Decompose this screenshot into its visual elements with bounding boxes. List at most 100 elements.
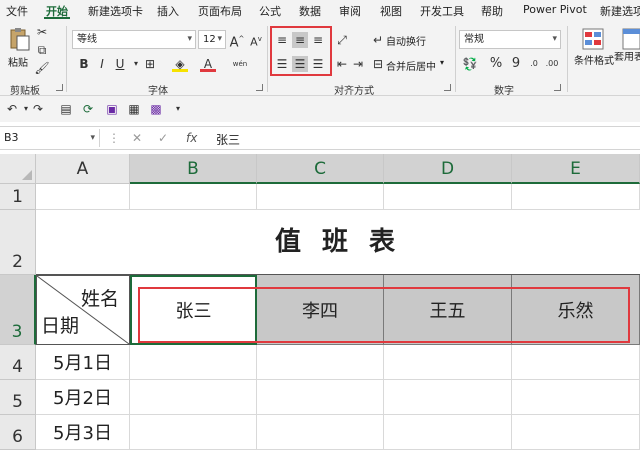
phonetic-icon[interactable]: wén (232, 56, 248, 72)
column-header-c[interactable]: C (257, 154, 384, 184)
bold-button[interactable]: B (76, 56, 92, 72)
tab-insert[interactable]: 插入 (157, 3, 179, 19)
orientation-icon[interactable]: ⤢ (334, 32, 350, 48)
cell-b6[interactable] (130, 415, 257, 450)
cell-b4[interactable] (130, 345, 257, 380)
percent-button[interactable]: % (488, 56, 504, 72)
number-format-dropdown[interactable]: 常规 ▾ (459, 30, 561, 49)
number-launcher[interactable] (554, 84, 561, 91)
cell-a1[interactable] (36, 184, 130, 210)
cell-b5[interactable] (130, 380, 257, 415)
font-launcher[interactable] (256, 84, 263, 91)
decrease-font-icon[interactable]: Av (248, 31, 264, 49)
redo-icon[interactable]: ↷ (30, 101, 46, 117)
row-header-2[interactable]: 2 (0, 210, 36, 275)
merge-center-button[interactable]: 合并后居中 (386, 58, 436, 73)
cell-e4[interactable] (512, 345, 640, 380)
font-color-icon[interactable]: A (200, 56, 216, 72)
underline-button[interactable]: U (112, 56, 128, 72)
date-cell[interactable]: 5月1日 (36, 345, 130, 380)
cell-e1[interactable] (512, 184, 640, 210)
cell-d5[interactable] (384, 380, 512, 415)
date-cell[interactable]: 5月2日 (36, 380, 130, 415)
tab-new-tab[interactable]: 新建选项卡 (88, 3, 143, 19)
wrap-text-icon[interactable]: ↵ (370, 32, 386, 48)
cell-b1[interactable] (130, 184, 257, 210)
cell-e6[interactable] (512, 415, 640, 450)
cell-c6[interactable] (257, 415, 384, 450)
refresh-icon[interactable]: ⟳ (80, 101, 96, 117)
alignment-launcher[interactable] (444, 84, 451, 91)
cell-c5[interactable] (257, 380, 384, 415)
tab-file[interactable]: 文件 (6, 3, 28, 19)
cell-d4[interactable] (384, 345, 512, 380)
merge-center-icon[interactable]: ⊟ (370, 56, 386, 72)
tab-developer[interactable]: 开发工具 (420, 3, 464, 19)
row-header-4[interactable]: 4 (0, 345, 36, 380)
tab-formulas[interactable]: 公式 (259, 3, 281, 19)
format-painter-icon[interactable]: 🖌 (34, 60, 50, 76)
select-all-button[interactable] (0, 154, 36, 184)
copy-icon[interactable]: ⧉ (34, 42, 50, 58)
currency-icon[interactable]: 💱 (462, 56, 478, 72)
row-header-5[interactable]: 5 (0, 380, 36, 415)
conditional-format-button[interactable]: 条件格式 (574, 52, 614, 67)
save-icon[interactable]: ▣ (104, 101, 120, 117)
decrease-decimal-icon[interactable]: .00 (544, 56, 560, 72)
name-box[interactable]: B3 ▾ (0, 129, 100, 147)
font-name-dropdown[interactable]: 等线 ▾ (72, 30, 196, 49)
cut-icon[interactable]: ✂ (34, 24, 50, 40)
decrease-indent-icon[interactable]: ⇤ (334, 56, 350, 72)
font-size-value: 12 (203, 34, 216, 45)
tab-power-pivot[interactable]: Power Pivot (523, 3, 587, 16)
cell-c1[interactable] (257, 184, 384, 210)
column-header-b[interactable]: B (130, 154, 257, 184)
italic-button[interactable]: I (94, 56, 110, 72)
cell-a3-diagonal-header[interactable]: 姓名 日期 (36, 275, 130, 345)
insert-function-button[interactable]: fx (186, 131, 197, 145)
formula-input[interactable]: 张三 (216, 131, 240, 148)
increase-decimal-icon[interactable]: .0 (526, 56, 542, 72)
clipboard-launcher[interactable] (56, 84, 63, 91)
customize-qat-icon[interactable]: ▾ (170, 101, 186, 117)
font-size-dropdown[interactable]: 12 ▾ (198, 30, 226, 49)
cancel-icon[interactable]: ✕ (132, 131, 142, 145)
tab-page-layout[interactable]: 页面布局 (198, 3, 242, 19)
row-header-6[interactable]: 6 (0, 415, 36, 450)
column-header-a[interactable]: A (36, 154, 130, 184)
macro-icon[interactable]: ▩ (148, 101, 164, 117)
column-header-e[interactable]: E (512, 154, 640, 184)
cell-e5[interactable] (512, 380, 640, 415)
chevron-down-icon: ▾ (552, 34, 557, 44)
date-text: 5月2日 (53, 388, 112, 409)
borders-icon[interactable]: ⊞ (142, 56, 158, 72)
form-icon[interactable]: ▤ (58, 101, 74, 117)
cell-c4[interactable] (257, 345, 384, 380)
paste-icon[interactable] (8, 26, 30, 52)
confirm-icon[interactable]: ✓ (158, 131, 168, 145)
comma-style-button[interactable]: 9 (508, 56, 524, 72)
wrap-text-button[interactable]: 自动换行 (386, 33, 426, 48)
tab-data[interactable]: 数据 (299, 3, 321, 19)
date-cell[interactable]: 5月3日 (36, 415, 130, 450)
view-icon[interactable]: ▦ (126, 101, 142, 117)
table-format-button[interactable]: 套用表格格 (614, 52, 640, 64)
row-header-3[interactable]: 3 (0, 275, 36, 345)
tab-review[interactable]: 审阅 (339, 3, 361, 19)
tab-help[interactable]: 帮助 (481, 3, 503, 19)
row-header-1[interactable]: 1 (0, 184, 36, 210)
table-format-icon[interactable] (622, 28, 640, 50)
fill-color-icon[interactable]: ◈ (172, 56, 188, 72)
separator (567, 26, 568, 92)
paste-label[interactable]: 粘贴 (8, 54, 28, 69)
tab-view[interactable]: 视图 (380, 3, 402, 19)
conditional-format-icon[interactable] (582, 28, 604, 50)
increase-indent-icon[interactable]: ⇥ (350, 56, 366, 72)
sheet-title[interactable]: 值 班 表 (36, 210, 640, 275)
tab-new-tab-2[interactable]: 新建选项 (600, 3, 640, 19)
chevron-down-icon[interactable]: ▾ (440, 58, 444, 67)
cell-d6[interactable] (384, 415, 512, 450)
increase-font-icon[interactable]: A^ (229, 31, 245, 50)
cell-d1[interactable] (384, 184, 512, 210)
column-header-d[interactable]: D (384, 154, 512, 184)
